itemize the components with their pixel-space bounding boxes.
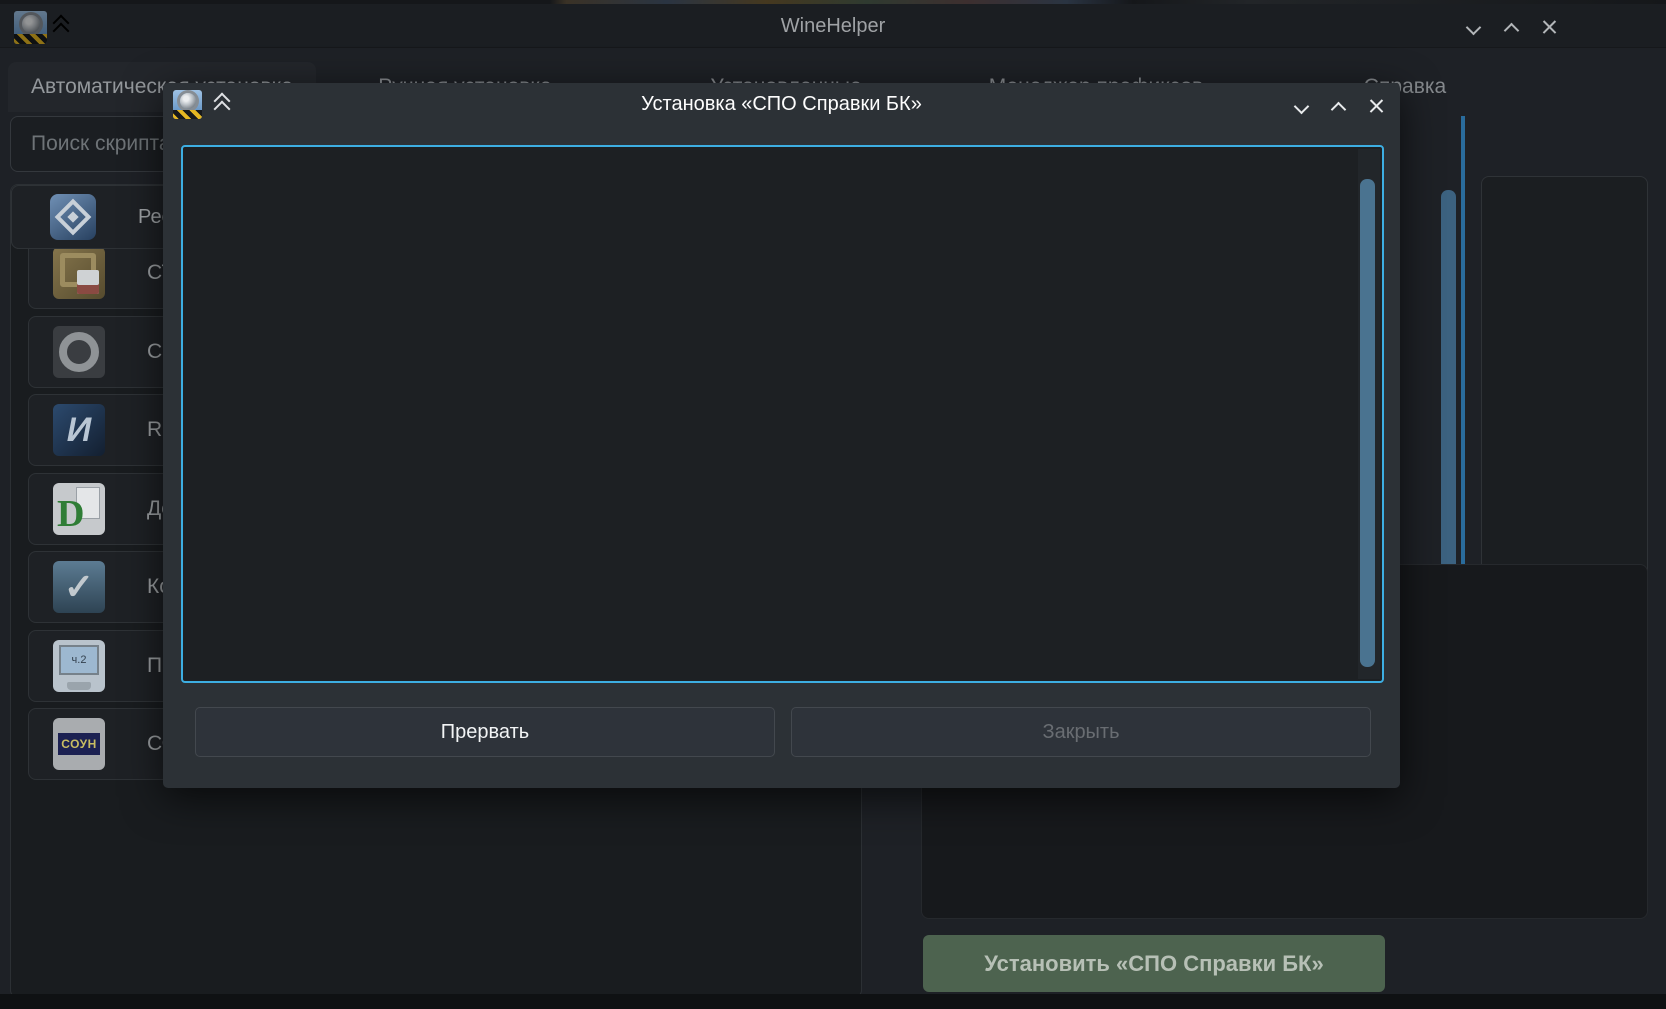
script-icon [53, 404, 105, 456]
chevron-up-icon [1503, 22, 1519, 38]
dialog-close-button[interactable] [1361, 91, 1391, 121]
install-button-label: Установить «СПО Справки БК» [984, 951, 1323, 977]
close-button[interactable] [1534, 12, 1564, 42]
close-dialog-button[interactable]: Закрыть [791, 707, 1371, 757]
abort-button-label: Прервать [441, 721, 529, 744]
script-icon [53, 247, 105, 299]
script-icon [53, 718, 105, 770]
script-icon [53, 640, 105, 692]
footer-strip [0, 994, 1666, 1009]
abort-button[interactable]: Прервать [195, 707, 775, 757]
background-window-sliver [0, 0, 1666, 4]
chevron-down-icon [1465, 19, 1481, 35]
log-scrollbar-thumb[interactable] [1360, 179, 1375, 667]
dialog-minimize-button[interactable] [1286, 91, 1316, 121]
script-icon [53, 483, 105, 535]
search-placeholder: Поиск скрипта [31, 132, 171, 156]
script-icon [53, 561, 105, 613]
main-window-title: WineHelper [0, 15, 1666, 38]
install-button[interactable]: Установить «СПО Справки БК» [923, 935, 1385, 992]
screen: WineHelper Автоматическая установкаРучна… [0, 0, 1666, 1009]
main-titlebar[interactable]: WineHelper [0, 4, 1666, 48]
close-icon [1542, 20, 1557, 35]
log-scrollbar-track[interactable] [1358, 149, 1380, 679]
close-icon [1369, 99, 1384, 114]
install-log-output[interactable] [181, 145, 1384, 683]
dialog-maximize-button[interactable] [1323, 94, 1353, 124]
dialog-title: Установка «СПО Справки БК» [163, 93, 1400, 116]
tflex-icon [50, 194, 96, 240]
script-icon [53, 326, 105, 378]
installation-dialog: Установка «СПО Справки БК» Прервать Закр… [163, 83, 1400, 788]
dialog-titlebar[interactable]: Установка «СПО Справки БК» [163, 83, 1400, 127]
chevron-down-icon [1293, 98, 1309, 114]
chevron-up-icon [1330, 101, 1346, 117]
minimize-button[interactable] [1458, 12, 1488, 42]
maximize-button[interactable] [1496, 15, 1526, 45]
close-button-label: Закрыть [1042, 721, 1119, 744]
